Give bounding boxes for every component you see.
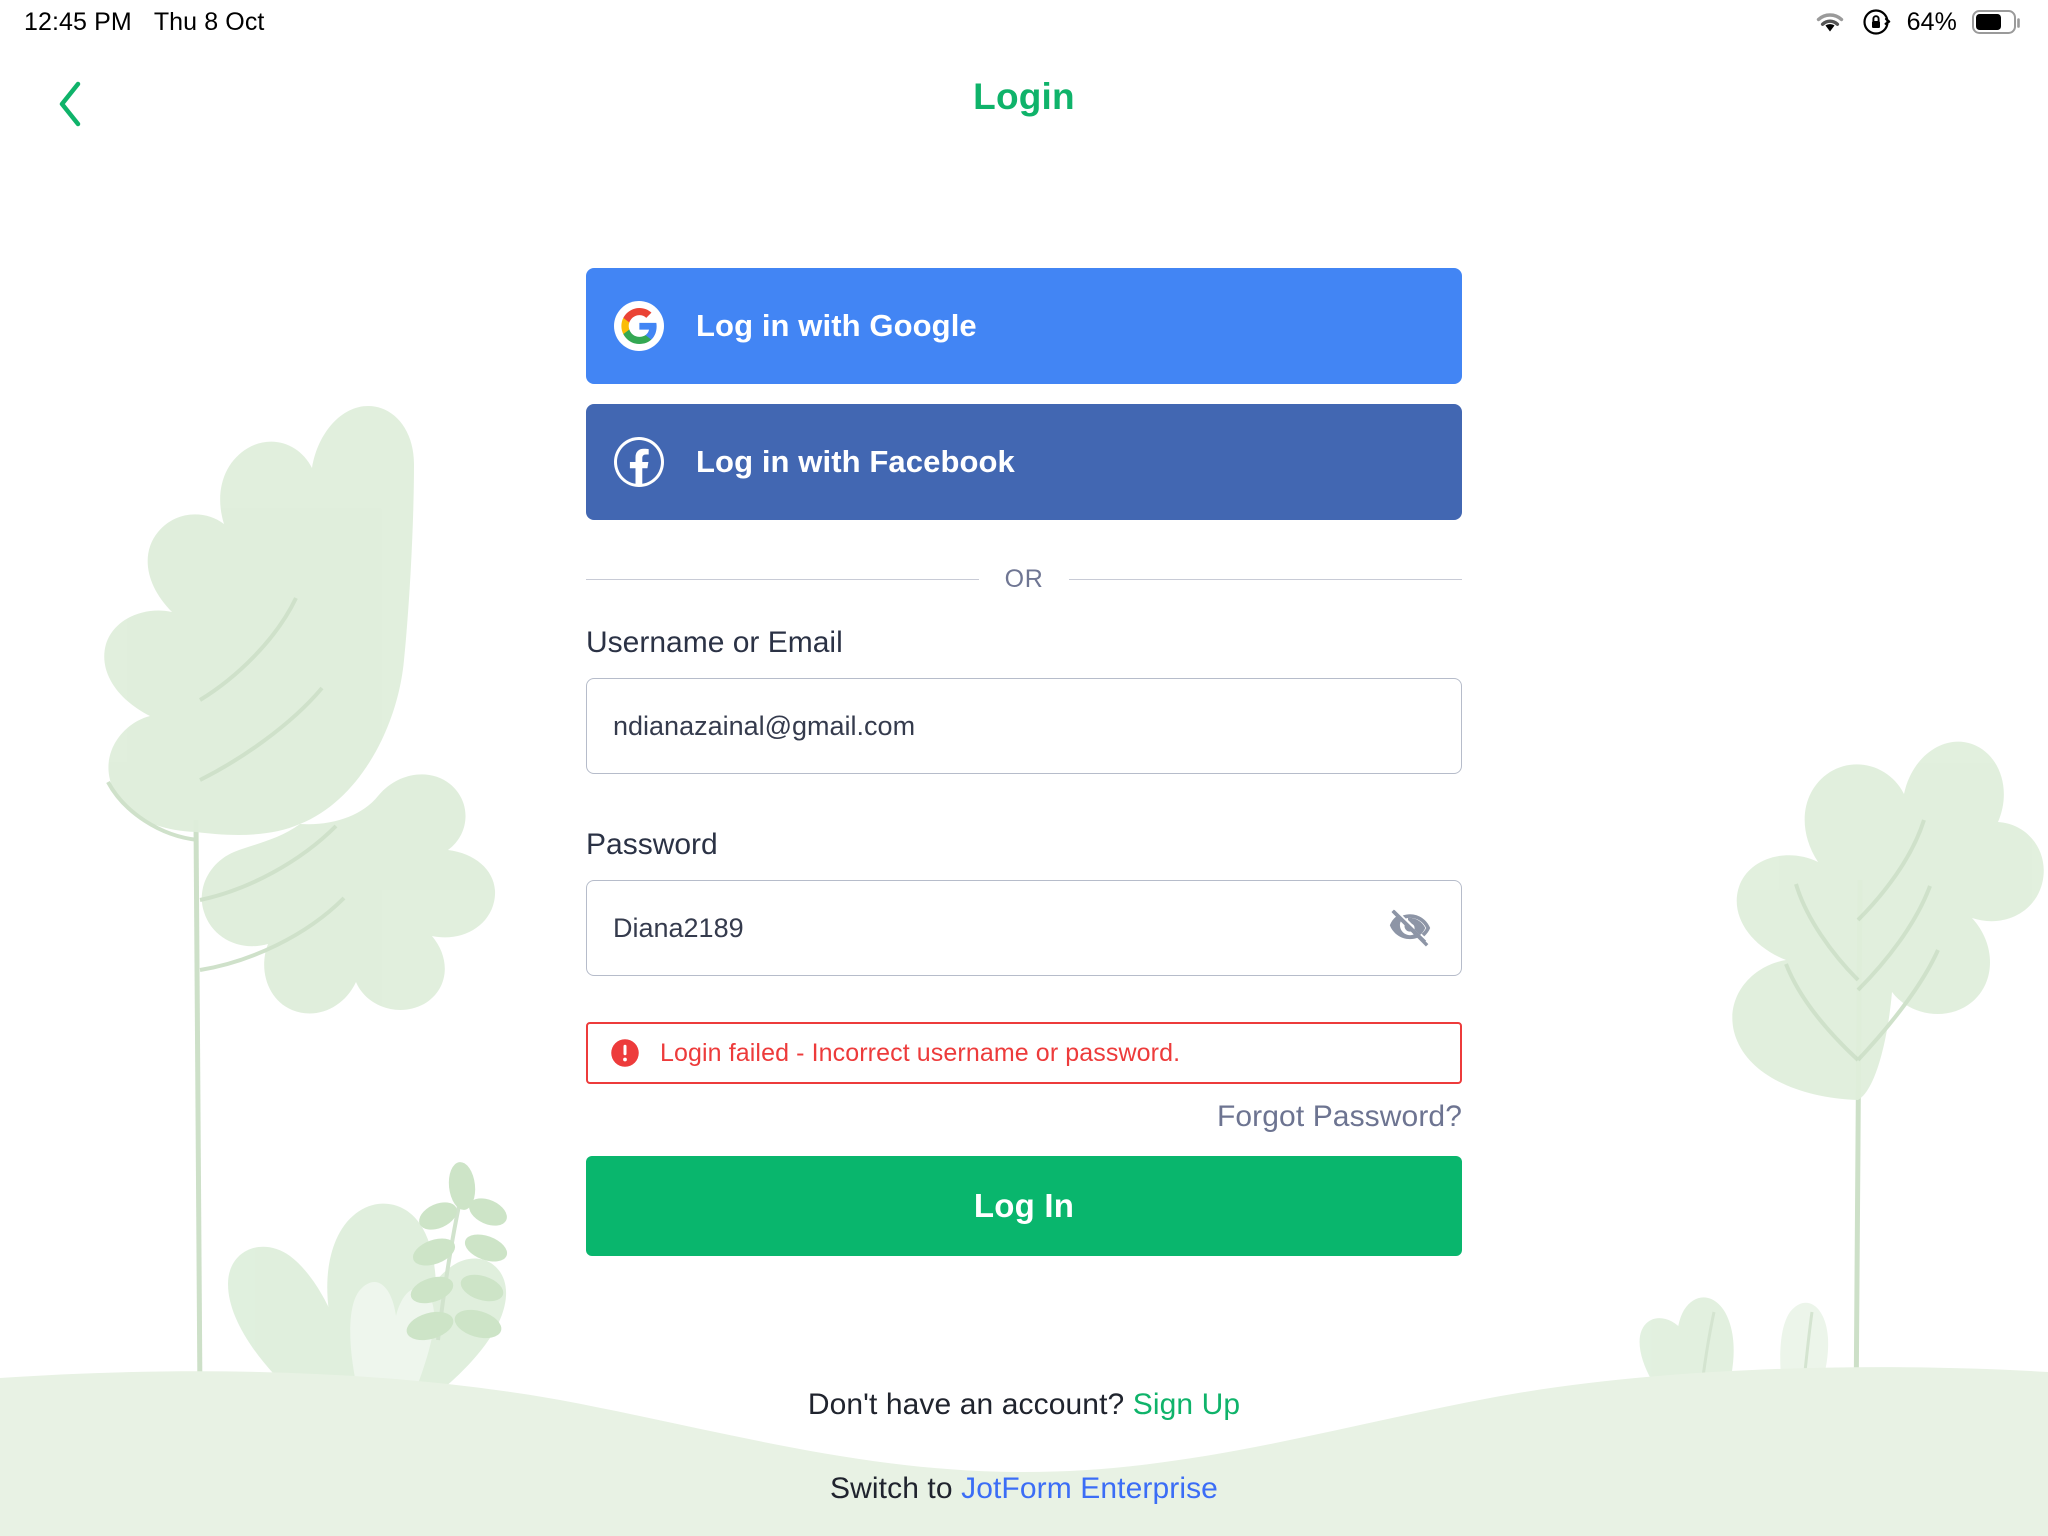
status-bar-right: 64% bbox=[1813, 7, 2022, 37]
bush-cluster-left bbox=[228, 1162, 508, 1400]
leaf-stem-left bbox=[193, 819, 203, 1401]
status-time: 12:45 PM bbox=[24, 7, 132, 36]
password-label: Password bbox=[586, 828, 718, 861]
divider-line-right bbox=[1069, 578, 1463, 580]
facebook-button-label: Log in with Facebook bbox=[696, 444, 1015, 479]
sign-up-link[interactable]: Sign Up bbox=[1133, 1388, 1240, 1421]
toggle-password-visibility-button[interactable] bbox=[1384, 902, 1436, 954]
login-error-message: Login failed - Incorrect username or pas… bbox=[660, 1038, 1181, 1067]
rotation-lock-icon bbox=[1863, 9, 1890, 35]
signup-row: Don't have an account? Sign Up bbox=[0, 1388, 2048, 1422]
login-form: Log in with Google Log in with Facebook … bbox=[586, 268, 1463, 1256]
wifi-icon bbox=[1816, 13, 1843, 32]
or-divider: OR bbox=[586, 564, 1463, 594]
fern-sprig-left bbox=[406, 1162, 508, 1341]
eye-off-icon bbox=[1389, 909, 1431, 947]
enterprise-row: Switch to JotForm Enterprise bbox=[0, 1472, 2048, 1506]
status-bar-left: 12:45 PM Thu 8 Oct bbox=[24, 8, 264, 37]
battery-percentage: 64% bbox=[1906, 7, 1957, 36]
google-button-label: Log in with Google bbox=[696, 308, 977, 343]
username-input-wrap bbox=[586, 678, 1462, 774]
status-date: Thu 8 Oct bbox=[153, 7, 265, 36]
google-g-icon bbox=[614, 301, 664, 351]
error-exclamation-icon bbox=[611, 1039, 639, 1067]
signup-prompt-text: Don't have an account? bbox=[807, 1388, 1133, 1421]
enterprise-prompt-text: Switch to bbox=[830, 1472, 962, 1505]
app-header: Login bbox=[0, 62, 2048, 144]
login-submit-button[interactable]: Log In bbox=[586, 1156, 1462, 1256]
leaf-stem-right bbox=[1853, 879, 1863, 1421]
oak-leaf-left bbox=[104, 406, 496, 1014]
username-input[interactable] bbox=[586, 678, 1462, 774]
or-label: OR bbox=[1004, 564, 1044, 593]
jotform-enterprise-link[interactable]: JotForm Enterprise bbox=[961, 1472, 1218, 1505]
login-with-google-button[interactable]: Log in with Google bbox=[586, 268, 1462, 384]
facebook-f-icon bbox=[614, 437, 664, 487]
login-with-facebook-button[interactable]: Log in with Facebook bbox=[586, 404, 1462, 520]
footer: Don't have an account? Sign Up Switch to… bbox=[0, 1388, 2048, 1506]
status-bar: 12:45 PM Thu 8 Oct 64% bbox=[0, 0, 2048, 44]
password-input[interactable] bbox=[586, 880, 1462, 976]
password-field-block: Password bbox=[586, 828, 1462, 976]
page-title: Login bbox=[973, 76, 1075, 117]
forgot-password-link[interactable]: Forgot Password? bbox=[586, 1100, 1462, 1134]
battery-icon bbox=[1972, 10, 2020, 34]
password-input-wrap bbox=[586, 880, 1462, 976]
lobed-leaf-right bbox=[1732, 741, 2044, 1100]
login-error-banner: Login failed - Incorrect username or pas… bbox=[586, 1022, 1462, 1084]
username-label: Username or Email bbox=[586, 626, 843, 659]
username-field-block: Username or Email bbox=[586, 626, 1462, 774]
login-screen: 12:45 PM Thu 8 Oct 64% Login Log in with… bbox=[0, 0, 2048, 1536]
divider-line-left bbox=[586, 578, 979, 580]
